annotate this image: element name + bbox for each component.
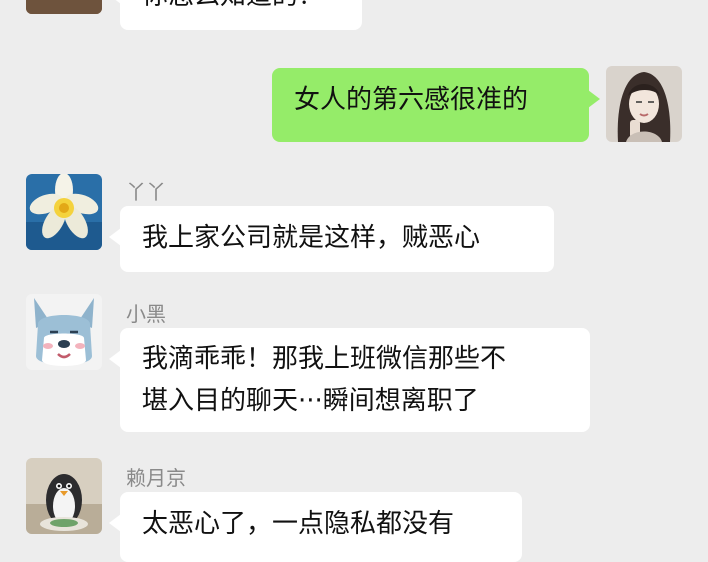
message-bubble[interactable]: 我滴乖乖！那我上班微信那些不 堪入目的聊天···瞬间想离职了 <box>109 328 590 432</box>
partial-avatar-icon[interactable] <box>26 0 102 14</box>
message-text-line: 堪入目的聊天···瞬间想离职了 <box>142 386 479 416</box>
woman-avatar-icon[interactable] <box>606 66 682 142</box>
message-text-line: 我滴乖乖！那我上班微信那些不 <box>142 344 507 374</box>
penguin-avatar-icon[interactable] <box>26 458 102 534</box>
message-bubble[interactable]: 你怎么知道的？ <box>109 0 362 30</box>
message-text: 女人的第六感很准的 <box>294 85 529 115</box>
sender-name: 丫丫 <box>126 180 166 204</box>
sender-name: 小黑 <box>126 302 166 326</box>
daffodil-avatar-icon[interactable] <box>26 174 102 250</box>
sender-name: 赖月京 <box>126 466 186 490</box>
message-text: 太恶心了，一点隐私都没有 <box>142 509 455 539</box>
dog-avatar-icon[interactable] <box>26 294 102 370</box>
message-text: 你怎么知道的？ <box>142 0 340 18</box>
message-bubble[interactable]: 女人的第六感很准的 <box>272 68 600 142</box>
message-text: 我上家公司就是这样，贼恶心 <box>142 223 481 253</box>
message-bubble[interactable]: 太恶心了，一点隐私都没有 <box>109 492 522 562</box>
message-bubble[interactable]: 我上家公司就是这样，贼恶心 <box>109 206 554 272</box>
